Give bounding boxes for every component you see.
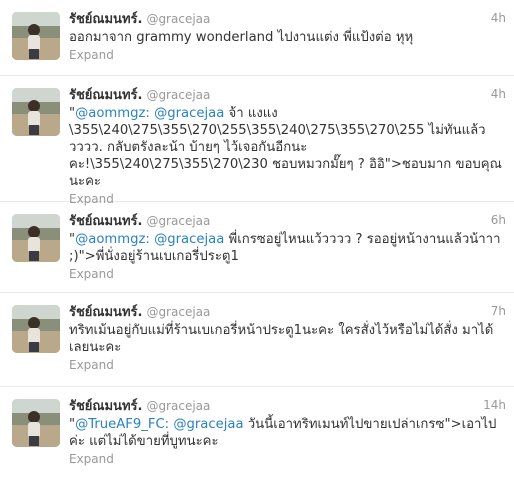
tweet-text: "@aommgz: @gracejaa พี่เกรซอยู่ไหนแว้ววว… <box>69 231 506 265</box>
expand-link[interactable]: Expand <box>69 357 506 373</box>
tweet-fullname[interactable]: รัชย์ณมนทร์. <box>69 305 142 320</box>
expand-link[interactable]: Expand <box>69 451 506 467</box>
mention-link[interactable]: @gracejaa <box>154 232 224 247</box>
mention-link[interactable]: @aommgz: <box>75 232 150 247</box>
tweet-timestamp[interactable]: 6h <box>491 211 506 229</box>
mention-link[interactable]: @gracejaa <box>173 417 243 432</box>
tweet-header: รัชย์ณมนทร์. @gracejaa 4h <box>69 85 506 103</box>
tweet-header: รัชย์ณมนทร์. @gracejaa 14h <box>69 396 506 414</box>
tweet-username[interactable]: @gracejaa <box>146 214 210 228</box>
tweet-username[interactable]: @gracejaa <box>146 12 210 26</box>
avatar[interactable] <box>12 399 60 447</box>
tweet-text-body: ทริทเม้นอยู่กับแม่ที่ร้านเบเกอรี่หน้าประ… <box>69 323 494 355</box>
tweet-timestamp[interactable]: 14h <box>483 396 506 414</box>
tweet-item[interactable]: รัชย์ณมนทร์. @gracejaa 4h ออกมาจาก grammy… <box>0 0 514 76</box>
tweet-timestamp[interactable]: 7h <box>491 302 506 320</box>
avatar[interactable] <box>12 88 60 136</box>
mention-link[interactable]: @gracejaa <box>154 106 224 121</box>
tweet-text: "@aommgz: @gracejaa จ้า แงแง \355\240\27… <box>69 105 506 190</box>
tweet-text: "@TrueAF9_FC: @gracejaa วันนี้เอาทริทเมน… <box>69 416 506 450</box>
tweet-timestamp[interactable]: 4h <box>491 85 506 103</box>
tweet-fullname[interactable]: รัชย์ณมนทร์. <box>69 88 142 103</box>
expand-link[interactable]: Expand <box>69 47 506 63</box>
tweet-text: ออกมาจาก grammy wonderland ไปงานแต่ง พี่… <box>69 29 506 46</box>
tweet-header: รัชย์ณมนทร์. @gracejaa 6h <box>69 211 506 229</box>
tweet-item[interactable]: รัชย์ณมนทร์. @gracejaa 7h ทริทเม้นอยู่กับ… <box>0 293 514 387</box>
tweet-timeline: รัชย์ณมนทร์. @gracejaa 4h ออกมาจาก grammy… <box>0 0 514 479</box>
tweet-header: รัชย์ณมนทร์. @gracejaa 4h <box>69 9 506 27</box>
tweet-text: ทริทเม้นอยู่กับแม่ที่ร้านเบเกอรี่หน้าประ… <box>69 322 506 356</box>
avatar[interactable] <box>12 305 60 353</box>
tweet-header: รัชย์ณมนทร์. @gracejaa 7h <box>69 302 506 320</box>
mention-link[interactable]: @TrueAF9_FC: <box>75 417 169 432</box>
tweet-username[interactable]: @gracejaa <box>146 305 210 319</box>
tweet-text-body: ออกมาจาก grammy wonderland ไปงานแต่ง พี่… <box>69 30 414 45</box>
tweet-item[interactable]: รัชย์ณมนทร์. @gracejaa 14h "@TrueAF9_FC: … <box>0 387 514 479</box>
tweet-item[interactable]: รัชย์ณมนทร์. @gracejaa 4h "@aommgz: @grac… <box>0 76 514 206</box>
tweet-fullname[interactable]: รัชย์ณมนทร์. <box>69 399 142 414</box>
avatar[interactable] <box>12 214 60 262</box>
tweet-username[interactable]: @gracejaa <box>146 399 210 413</box>
tweet-fullname[interactable]: รัชย์ณมนทร์. <box>69 214 142 229</box>
tweet-timestamp[interactable]: 4h <box>491 9 506 27</box>
tweet-item[interactable]: รัชย์ณมนทร์. @gracejaa 6h "@aommgz: @grac… <box>0 202 514 293</box>
avatar[interactable] <box>12 12 60 60</box>
tweet-username[interactable]: @gracejaa <box>146 88 210 102</box>
tweet-fullname[interactable]: รัชย์ณมนทร์. <box>69 12 142 27</box>
mention-link[interactable]: @aommgz: <box>75 106 150 121</box>
expand-link[interactable]: Expand <box>69 266 506 282</box>
